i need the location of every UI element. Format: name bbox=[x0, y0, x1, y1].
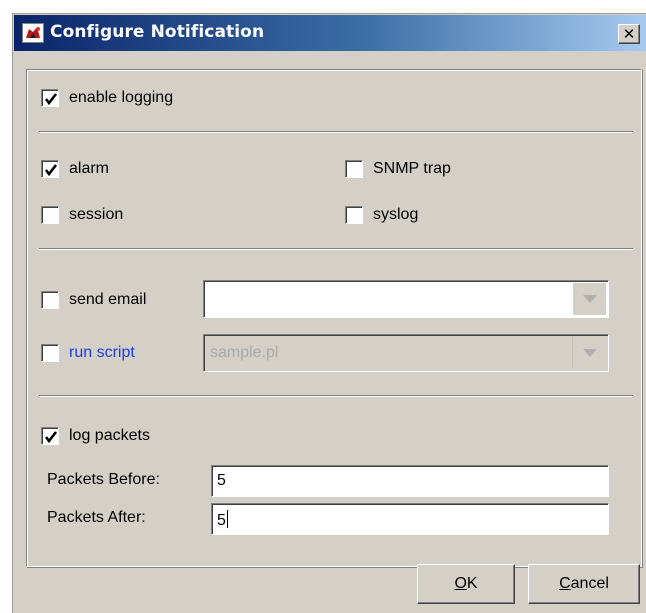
alarm-option[interactable]: alarm bbox=[41, 158, 109, 180]
snmp-trap-checkbox[interactable] bbox=[345, 160, 363, 178]
cancel-button[interactable]: Cancel bbox=[528, 564, 640, 604]
chevron-down-icon bbox=[582, 295, 597, 303]
ok-label-rest: K bbox=[466, 575, 478, 592]
packets-before-value: 5 bbox=[217, 472, 226, 489]
packets-after-label: Packets After: bbox=[47, 509, 146, 526]
send-email-label: send email bbox=[69, 291, 147, 308]
text-caret bbox=[226, 510, 228, 528]
enable-logging-checkbox[interactable] bbox=[41, 89, 59, 107]
settings-panel: enable logging alarm SNMP trap session s… bbox=[26, 69, 642, 567]
log-packets-option[interactable]: log packets bbox=[41, 425, 150, 447]
title-bar[interactable]: Configure Notification ✕ bbox=[14, 15, 646, 51]
send-email-checkbox[interactable] bbox=[41, 291, 59, 309]
log-packets-checkbox[interactable] bbox=[41, 427, 59, 445]
run-script-option[interactable]: run script bbox=[41, 342, 135, 364]
snmp-trap-label: SNMP trap bbox=[373, 160, 451, 177]
ok-button[interactable]: OK bbox=[417, 564, 515, 604]
alarm-label: alarm bbox=[69, 160, 110, 177]
session-option[interactable]: session bbox=[41, 204, 123, 226]
packets-after-value: 5 bbox=[217, 512, 226, 529]
cancel-mnemonic: C bbox=[559, 575, 571, 592]
packets-before-label: Packets Before: bbox=[47, 471, 160, 488]
session-checkbox[interactable] bbox=[41, 206, 59, 224]
log-packets-label: log packets bbox=[69, 427, 150, 444]
cancel-label-rest: ancel bbox=[570, 575, 609, 592]
configure-notification-dialog: Configure Notification ✕ enable logging … bbox=[12, 13, 646, 613]
chevron-down-icon bbox=[582, 349, 597, 357]
session-label: session bbox=[69, 206, 124, 223]
checkmark-icon bbox=[44, 93, 58, 106]
dialog-title: Configure Notification bbox=[50, 22, 265, 42]
script-combo[interactable]: sample.pl bbox=[203, 334, 609, 372]
enable-logging-label: enable logging bbox=[69, 89, 174, 106]
close-icon: ✕ bbox=[622, 24, 636, 43]
run-script-label: run script bbox=[69, 344, 135, 361]
alarm-checkbox[interactable] bbox=[41, 160, 59, 178]
app-logo-icon bbox=[22, 23, 44, 43]
script-dropdown-button[interactable] bbox=[572, 337, 606, 369]
separator bbox=[39, 131, 633, 133]
ok-mnemonic: O bbox=[454, 575, 467, 592]
email-dropdown-button[interactable] bbox=[572, 283, 606, 315]
run-script-checkbox[interactable] bbox=[41, 344, 59, 362]
syslog-option[interactable]: syslog bbox=[345, 204, 418, 226]
enable-logging-option[interactable]: enable logging bbox=[41, 87, 173, 109]
snmp-trap-option[interactable]: SNMP trap bbox=[345, 158, 451, 180]
packets-before-field[interactable]: 5 bbox=[211, 465, 609, 497]
checkmark-icon bbox=[44, 164, 58, 177]
packets-after-field[interactable]: 5 bbox=[211, 503, 609, 535]
script-combo-value: sample.pl bbox=[210, 344, 279, 361]
separator bbox=[39, 248, 633, 250]
email-combo[interactable] bbox=[203, 280, 609, 318]
send-email-option[interactable]: send email bbox=[41, 289, 146, 311]
checkmark-icon bbox=[44, 431, 58, 444]
close-button[interactable]: ✕ bbox=[618, 24, 640, 44]
syslog-label: syslog bbox=[373, 206, 419, 223]
separator bbox=[39, 395, 633, 397]
syslog-checkbox[interactable] bbox=[345, 206, 363, 224]
